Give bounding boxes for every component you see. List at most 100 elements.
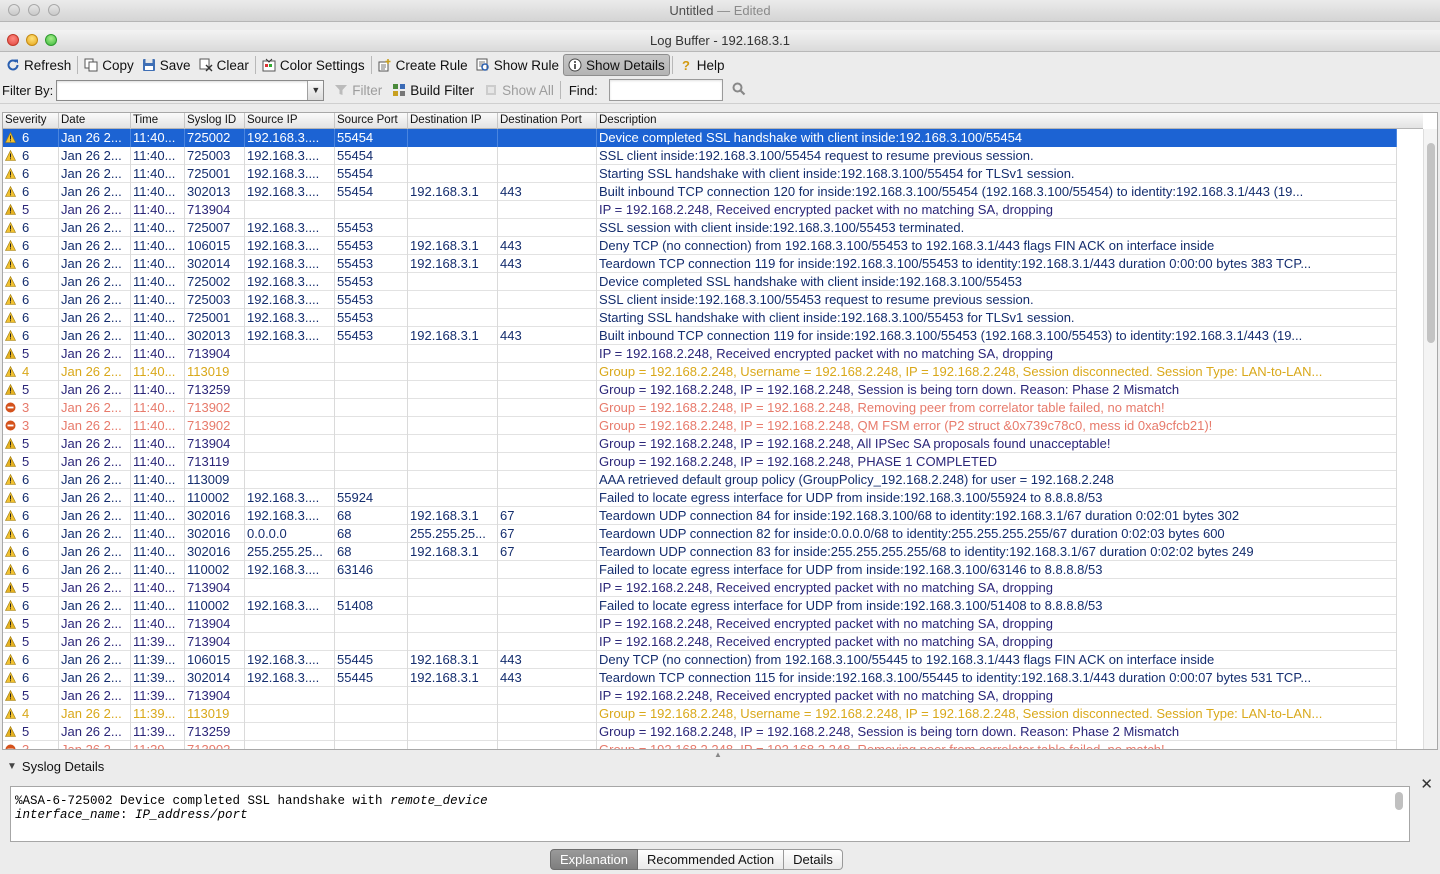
table-row[interactable]: 6 Jan 26 2... 11:40... 725007 192.168.3.... 5… [3, 219, 1397, 237]
disclosure-triangle-icon[interactable]: ▼ [7, 761, 17, 772]
copy-button[interactable]: Copy [80, 54, 138, 76]
search-icon[interactable] [732, 82, 746, 99]
column-header-syslog-id[interactable]: Syslog ID [185, 113, 245, 129]
table-row[interactable]: 5 Jan 26 2... 11:40... 713904 IP = 192.168.2… [3, 615, 1397, 633]
cell-source-port: 55453 [335, 309, 408, 327]
cell-description: SSL client inside:192.168.3.100/55454 re… [597, 147, 1397, 165]
color-settings-button[interactable]: Color Settings [258, 54, 369, 76]
table-row[interactable]: 5 Jan 26 2... 11:40... 713904 Group = 192.16… [3, 435, 1397, 453]
warning-icon [5, 708, 16, 719]
table-row[interactable]: 6 Jan 26 2... 11:40... 725002 192.168.3.... 5… [3, 129, 1397, 147]
table-row[interactable]: 5 Jan 26 2... 11:40... 713119 Group = 192.16… [3, 453, 1397, 471]
help-button[interactable]: ? Help [675, 54, 729, 76]
save-button[interactable]: Save [138, 54, 195, 76]
close-button[interactable] [7, 34, 19, 46]
table-row[interactable]: 4 Jan 26 2... 11:40... 113019 Group = 192.16… [3, 363, 1397, 381]
show-rule-button[interactable]: Show Rule [472, 54, 563, 76]
minimize-button[interactable] [26, 34, 38, 46]
clear-button[interactable]: Clear [195, 54, 253, 76]
warning-icon [5, 330, 16, 341]
cell-destination-port [498, 687, 597, 705]
tab-details[interactable]: Details [784, 849, 843, 870]
cell-source-port: 68 [335, 525, 408, 543]
table-row[interactable]: 6 Jan 26 2... 11:40... 302016 192.168.3.... 6… [3, 507, 1397, 525]
close-icon[interactable]: ✕ [1420, 775, 1433, 793]
column-header-source-port[interactable]: Source Port [335, 113, 408, 129]
table-row[interactable]: 6 Jan 26 2... 11:40... 725003 192.168.3.... 5… [3, 147, 1397, 165]
table-row[interactable]: 6 Jan 26 2... 11:40... 110002 192.168.3.... 5… [3, 489, 1397, 507]
table-row[interactable]: 5 Jan 26 2... 11:40... 713904 IP = 192.168.2… [3, 579, 1397, 597]
column-header-date[interactable]: Date [59, 113, 131, 129]
table-row[interactable]: 6 Jan 26 2... 11:40... 725001 192.168.3.... 5… [3, 309, 1397, 327]
details-scrollbar-thumb[interactable] [1395, 792, 1403, 810]
cell-syslog-id: 302013 [185, 327, 245, 345]
table-row[interactable]: 5 Jan 26 2... 11:40... 713259 Group = 192.16… [3, 381, 1397, 399]
table-scrollbar[interactable] [1423, 129, 1437, 749]
column-header-description[interactable]: Description [597, 113, 1423, 129]
table-row[interactable]: 5 Jan 26 2... 11:40... 713904 IP = 192.168.2… [3, 201, 1397, 219]
filter-button[interactable]: Filter [334, 83, 382, 98]
cell-description: Failed to locate egress interface for UD… [597, 489, 1397, 507]
table-row[interactable]: 6 Jan 26 2... 11:40... 302013 192.168.3.... 5… [3, 327, 1397, 345]
severity-level: 6 [22, 292, 30, 307]
warning-icon [5, 366, 16, 377]
column-header-time[interactable]: Time [131, 113, 185, 129]
create-rule-button[interactable]: Create Rule [374, 54, 472, 76]
toolbar-divider [370, 56, 372, 74]
outer-window-status: Edited [733, 3, 771, 18]
cell-syslog-id: 302013 [185, 183, 245, 201]
table-row[interactable]: 6 Jan 26 2... 11:40... 110002 192.168.3.... 5… [3, 597, 1397, 615]
filter-by-input[interactable] [57, 80, 306, 100]
tab-explanation[interactable]: Explanation [550, 849, 638, 870]
table-row[interactable]: 6 Jan 26 2... 11:40... 302013 192.168.3.... 5… [3, 183, 1397, 201]
help-icon: ? [682, 58, 690, 72]
tab-recommended-action[interactable]: Recommended Action [637, 849, 785, 870]
table-row[interactable]: 5 Jan 26 2... 11:39... 713259 Group = 192.16… [3, 723, 1397, 741]
table-row[interactable]: 6 Jan 26 2... 11:40... 106015 192.168.3.... 5… [3, 237, 1397, 255]
warning-icon [5, 492, 16, 503]
table-row[interactable]: 5 Jan 26 2... 11:39... 713904 IP = 192.168.2… [3, 687, 1397, 705]
outer-zoom-button[interactable] [48, 4, 60, 16]
severity-level: 6 [22, 328, 30, 343]
column-header-destination-ip[interactable]: Destination IP [408, 113, 498, 129]
column-header-source-ip[interactable]: Source IP [245, 113, 335, 129]
cell-source-ip [245, 615, 335, 633]
outer-window-controls [8, 4, 60, 16]
table-row[interactable]: 6 Jan 26 2... 11:40... 110002 192.168.3.... 6… [3, 561, 1397, 579]
table-row[interactable]: 6 Jan 26 2... 11:40... 113009 AAA retrieved … [3, 471, 1397, 489]
table-row[interactable]: 5 Jan 26 2... 11:40... 713904 IP = 192.168.2… [3, 345, 1397, 363]
table-row[interactable]: 6 Jan 26 2... 11:40... 725002 192.168.3.... 5… [3, 273, 1397, 291]
table-row[interactable]: 6 Jan 26 2... 11:40... 302014 192.168.3.... 5… [3, 255, 1397, 273]
table-row[interactable]: 4 Jan 26 2... 11:39... 113019 Group = 192.16… [3, 705, 1397, 723]
filter-by-combobox[interactable]: ▼ [56, 79, 325, 101]
show-details-button[interactable]: Show Details [562, 54, 670, 76]
table-row[interactable]: 3 Jan 26 2... 11:40... 713902 Group = 192.16… [3, 399, 1397, 417]
cell-time: 11:40... [131, 399, 185, 417]
table-row[interactable]: 6 Jan 26 2... 11:39... 106015 192.168.3.... 5… [3, 651, 1397, 669]
show-all-button[interactable]: Show All [484, 83, 554, 98]
build-filter-button[interactable]: Build Filter [392, 83, 474, 98]
table-row[interactable]: 6 Jan 26 2... 11:39... 302014 192.168.3.... 5… [3, 669, 1397, 687]
table-row[interactable]: 6 Jan 26 2... 11:40... 302016 0.0.0.0 68 255.2… [3, 525, 1397, 543]
cell-source-ip: 255.255.25... [245, 543, 335, 561]
find-input[interactable] [608, 79, 723, 101]
cell-source-ip [245, 345, 335, 363]
outer-close-button[interactable] [8, 4, 20, 16]
outer-minimize-button[interactable] [28, 4, 40, 16]
zoom-button[interactable] [45, 34, 57, 46]
table-row[interactable]: 5 Jan 26 2... 11:39... 713904 IP = 192.168.2… [3, 633, 1397, 651]
table-row[interactable]: 6 Jan 26 2... 11:40... 725001 192.168.3.... 5… [3, 165, 1397, 183]
table-row[interactable]: 3 Jan 26 2... 11:39... 713902 Group = 192.16… [3, 741, 1397, 749]
table-scrollbar-thumb[interactable] [1427, 143, 1435, 343]
column-header-destination-port[interactable]: Destination Port [498, 113, 597, 129]
cell-date: Jan 26 2... [59, 417, 131, 435]
refresh-button[interactable]: Refresh [2, 54, 75, 76]
table-row[interactable]: 3 Jan 26 2... 11:40... 713902 Group = 192.16… [3, 417, 1397, 435]
syslog-details-header[interactable]: ▼ Syslog Details [0, 756, 1440, 776]
cell-date: Jan 26 2... [59, 327, 131, 345]
chevron-down-icon[interactable]: ▼ [307, 80, 324, 100]
table-row[interactable]: 6 Jan 26 2... 11:40... 302016 255.255.25... 6… [3, 543, 1397, 561]
column-header-severity[interactable]: Severity [3, 113, 59, 129]
table-row[interactable]: 6 Jan 26 2... 11:40... 725003 192.168.3.... 5… [3, 291, 1397, 309]
cell-description: IP = 192.168.2.248, Received encrypted p… [597, 687, 1397, 705]
